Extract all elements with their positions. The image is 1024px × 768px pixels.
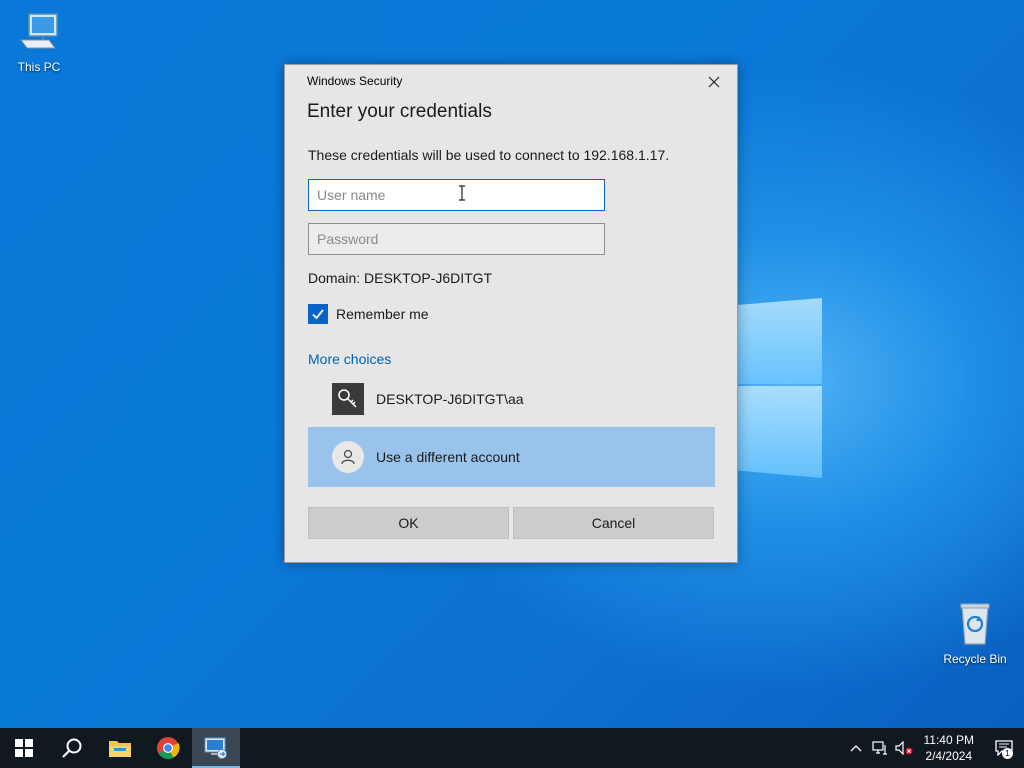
password-field[interactable]	[308, 223, 605, 255]
taskbar-file-explorer[interactable]	[96, 728, 144, 768]
dialog-title: Enter your credentials	[307, 101, 492, 122]
clock-date: 2/4/2024	[925, 749, 973, 763]
network-button[interactable]	[868, 728, 892, 768]
taskbar-clock[interactable]: 11:40 PM 2/4/2024	[916, 732, 984, 764]
action-center-button[interactable]: 1	[984, 728, 1024, 768]
start-button[interactable]	[0, 728, 48, 768]
network-icon	[871, 741, 887, 755]
computer-icon	[20, 13, 58, 49]
windows-logo-wallpaper	[738, 290, 822, 480]
ok-button[interactable]: OK	[308, 507, 509, 539]
taskbar-remote-desktop[interactable]	[192, 728, 240, 768]
taskbar-chrome[interactable]	[144, 728, 192, 768]
recycle-bin-icon	[960, 603, 990, 645]
credentials-dialog: Windows Security Enter your credentials …	[284, 64, 738, 563]
text-cursor-icon	[459, 185, 465, 201]
cancel-button[interactable]: Cancel	[513, 507, 714, 539]
chevron-up-icon	[850, 745, 861, 752]
desktop-icon-this-pc[interactable]: This PC	[1, 8, 77, 74]
start-icon	[15, 739, 33, 757]
desktop-icon-label: This PC	[17, 60, 61, 74]
desktop-icon-recycle-bin[interactable]: Recycle Bin	[937, 600, 1013, 666]
clock-time: 11:40 PM	[923, 733, 974, 747]
key-icon	[332, 383, 364, 415]
remember-me-checkbox[interactable]	[308, 304, 328, 324]
user-icon	[332, 441, 364, 473]
close-icon	[708, 76, 720, 88]
more-choices-link[interactable]: More choices	[308, 351, 391, 367]
different-account-option[interactable]: Use a different account	[308, 427, 715, 487]
close-button[interactable]	[699, 69, 729, 95]
saved-account-option[interactable]: DESKTOP-J6DITGT\aa	[308, 369, 715, 429]
dialog-message: These credentials will be used to connec…	[308, 147, 670, 163]
chrome-icon	[157, 737, 180, 759]
notification-count-badge: 1	[1002, 748, 1013, 759]
different-account-label: Use a different account	[376, 449, 520, 465]
volume-muted-icon	[894, 741, 913, 755]
system-tray: 11:40 PM 2/4/2024 1	[844, 728, 1024, 768]
saved-account-label: DESKTOP-J6DITGT\aa	[376, 391, 524, 407]
volume-button[interactable]	[892, 728, 916, 768]
domain-label: Domain: DESKTOP-J6DITGT	[308, 270, 493, 286]
remote-desktop-icon	[204, 737, 227, 759]
checkmark-icon	[312, 309, 324, 320]
file-explorer-icon	[109, 741, 131, 757]
desktop-icon-label: Recycle Bin	[943, 652, 1007, 666]
show-hidden-icons-button[interactable]	[844, 728, 868, 768]
dialog-caption: Windows Security	[307, 74, 403, 88]
search-button[interactable]	[48, 728, 96, 768]
search-icon	[62, 738, 82, 758]
username-field[interactable]	[308, 179, 605, 211]
remember-me-label[interactable]: Remember me	[336, 306, 429, 322]
taskbar: 11:40 PM 2/4/2024 1	[0, 728, 1024, 768]
